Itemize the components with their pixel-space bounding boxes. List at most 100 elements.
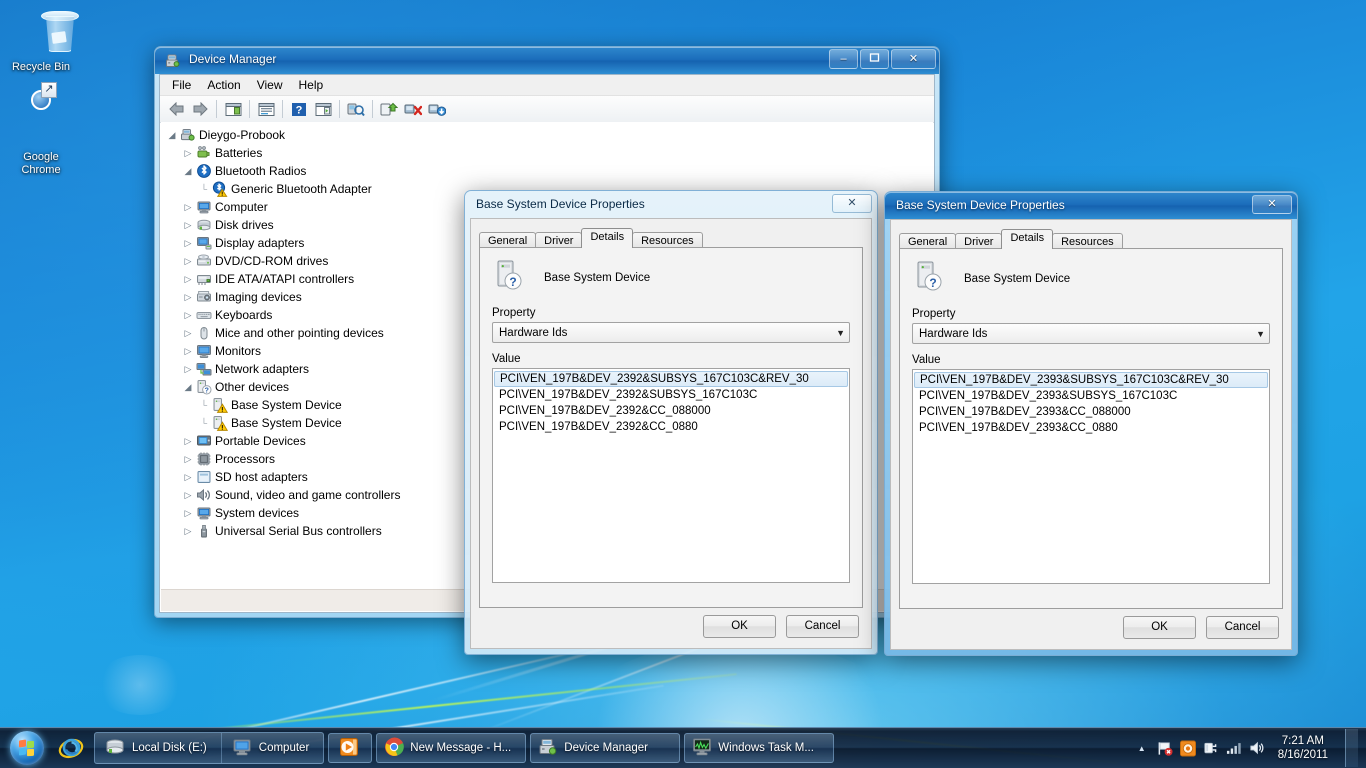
value-list[interactable]: PCI\VEN_197B&DEV_2392&SUBSYS_167C103C&RE…: [492, 368, 850, 583]
task-button-new-message[interactable]: New Message - H...: [376, 733, 526, 763]
chevron-right-icon[interactable]: ▷: [181, 220, 195, 231]
tab-details[interactable]: Details: [1001, 229, 1053, 249]
minimize-button[interactable]: –: [829, 49, 858, 69]
power-plug-icon[interactable]: [1203, 740, 1219, 756]
show-hidden-icons-icon[interactable]: ▲: [1134, 740, 1150, 756]
quick-launch[interactable]: [56, 731, 86, 765]
value-list-item[interactable]: PCI\VEN_197B&DEV_2393&CC_0880: [913, 420, 1269, 436]
forward-arrow-icon[interactable]: [189, 98, 211, 120]
desktop-icon-google-chrome[interactable]: ↗ Google Chrome: [3, 100, 79, 177]
system-tray[interactable]: ▲: [1134, 729, 1366, 767]
chevron-right-icon[interactable]: ▷: [181, 436, 195, 447]
tree-item-label: Imaging devices: [213, 290, 302, 304]
value-list-item[interactable]: PCI\VEN_197B&DEV_2392&CC_0880: [493, 419, 849, 435]
menu-bar[interactable]: File Action View Help: [160, 75, 934, 96]
base-system-device-properties-dialog-1[interactable]: Base System Device Properties ✕ General …: [464, 190, 878, 655]
help-icon[interactable]: ?: [288, 98, 310, 120]
menu-view[interactable]: View: [249, 76, 291, 94]
tree-item-label: Portable Devices: [213, 434, 306, 448]
chevron-right-icon[interactable]: ▷: [181, 364, 195, 375]
tab-details[interactable]: Details: [581, 228, 633, 248]
properties-icon[interactable]: [255, 98, 277, 120]
tab-strip[interactable]: General Driver Details Resources: [479, 227, 863, 248]
device-manager-titlebar[interactable]: Device Manager – ✕: [155, 47, 939, 74]
chevron-right-icon[interactable]: ▷: [181, 526, 195, 537]
value-list-item[interactable]: PCI\VEN_197B&DEV_2392&SUBSYS_167C103C: [493, 387, 849, 403]
task-button-windows-task-manager[interactable]: Windows Task M...: [684, 733, 834, 763]
chevron-right-icon[interactable]: ▷: [181, 508, 195, 519]
base-system-device-properties-dialog-2[interactable]: Base System Device Properties ✕ General …: [884, 191, 1298, 656]
network-signal-icon[interactable]: [1226, 740, 1242, 756]
toolbar-separator: [249, 100, 250, 118]
task-button-windows-media-player[interactable]: [328, 733, 372, 763]
value-list-item[interactable]: PCI\VEN_197B&DEV_2392&SUBSYS_167C103C&RE…: [494, 371, 848, 387]
chevron-down-icon[interactable]: ◢: [165, 130, 179, 141]
value-list-item[interactable]: PCI\VEN_197B&DEV_2393&SUBSYS_167C103C&RE…: [914, 372, 1268, 388]
uninstall-device-icon[interactable]: [402, 98, 424, 120]
ok-button[interactable]: OK: [703, 615, 776, 638]
enable-device-icon[interactable]: [426, 98, 448, 120]
cancel-button[interactable]: Cancel: [1206, 616, 1279, 639]
tree-item-dieygo-probook[interactable]: ◢Dieygo-Probook: [165, 126, 933, 144]
maximize-button[interactable]: [860, 49, 889, 69]
tree-item-bluetooth-radios[interactable]: ◢Bluetooth Radios: [165, 162, 933, 180]
close-icon[interactable]: ✕: [1252, 195, 1292, 214]
ok-button[interactable]: OK: [1123, 616, 1196, 639]
chevron-right-icon[interactable]: ▷: [181, 310, 195, 321]
task-button-computer[interactable]: Computer: [221, 733, 324, 763]
chevron-right-icon[interactable]: ▷: [181, 148, 195, 159]
action-center-flag-icon[interactable]: [1157, 740, 1173, 756]
property-dropdown[interactable]: Hardware Ids ▼: [912, 323, 1270, 344]
tree-item-label: System devices: [213, 506, 299, 520]
toolbar[interactable]: ?: [160, 96, 934, 123]
task-button-local-disk-e[interactable]: Local Disk (E:): [95, 733, 221, 763]
tab-strip[interactable]: General Driver Details Resources: [899, 228, 1283, 249]
orange-app-icon[interactable]: [1180, 740, 1196, 756]
chevron-right-icon[interactable]: ▷: [181, 292, 195, 303]
chevron-right-icon[interactable]: ▷: [181, 238, 195, 249]
desktop-icon-label: Recycle Bin: [12, 61, 70, 73]
start-button[interactable]: [2, 729, 52, 767]
chevron-right-icon[interactable]: ▷: [181, 328, 195, 339]
clock[interactable]: 7:21 AM 8/16/2011: [1272, 734, 1336, 762]
menu-file[interactable]: File: [164, 76, 199, 94]
show-desktop-button[interactable]: [1345, 729, 1358, 767]
show-hide-action-pane-icon[interactable]: [312, 98, 334, 120]
value-list-item[interactable]: PCI\VEN_197B&DEV_2392&CC_088000: [493, 403, 849, 419]
close-button[interactable]: ✕: [891, 49, 936, 69]
chevron-right-icon[interactable]: ▷: [181, 202, 195, 213]
desktop-icon-recycle-bin[interactable]: Recycle Bin: [3, 10, 79, 74]
tree-item-batteries[interactable]: ▷Batteries: [165, 144, 933, 162]
cancel-button[interactable]: Cancel: [786, 615, 859, 638]
dialog-title: Base System Device Properties: [476, 197, 645, 211]
menu-help[interactable]: Help: [291, 76, 332, 94]
chevron-right-icon[interactable]: ▷: [181, 472, 195, 483]
scan-for-hardware-changes-icon[interactable]: [345, 98, 367, 120]
task-button-device-manager[interactable]: Device Manager: [530, 733, 680, 763]
dialog-buttons[interactable]: OK Cancel: [1123, 616, 1279, 639]
show-hide-console-tree-icon[interactable]: [222, 98, 244, 120]
menu-action[interactable]: Action: [199, 76, 248, 94]
desktop[interactable]: Recycle Bin ↗ Google Chrome Device Manag…: [0, 0, 1366, 768]
taskbar[interactable]: Local Disk (E:) Computer: [0, 727, 1366, 768]
value-list-item[interactable]: PCI\VEN_197B&DEV_2393&SUBSYS_167C103C: [913, 388, 1269, 404]
chevron-right-icon[interactable]: ▷: [181, 454, 195, 465]
property-dropdown[interactable]: Hardware Ids ▼: [492, 322, 850, 343]
window-buttons[interactable]: – ✕: [829, 49, 936, 69]
internet-explorer-icon[interactable]: [56, 731, 86, 765]
chevron-down-icon[interactable]: ◢: [181, 382, 195, 393]
task-buttons[interactable]: Local Disk (E:) Computer: [94, 732, 834, 764]
task-group-explorer[interactable]: Local Disk (E:) Computer: [94, 732, 324, 764]
chevron-right-icon[interactable]: ▷: [181, 274, 195, 285]
dialog-buttons[interactable]: OK Cancel: [703, 615, 859, 638]
chevron-right-icon[interactable]: ▷: [181, 346, 195, 357]
chevron-down-icon[interactable]: ◢: [181, 166, 195, 177]
update-driver-icon[interactable]: [378, 98, 400, 120]
close-icon[interactable]: ✕: [832, 194, 872, 213]
chevron-right-icon[interactable]: ▷: [181, 256, 195, 267]
value-list-item[interactable]: PCI\VEN_197B&DEV_2393&CC_088000: [913, 404, 1269, 420]
volume-speaker-icon[interactable]: [1249, 740, 1265, 756]
chevron-right-icon[interactable]: ▷: [181, 490, 195, 501]
back-arrow-icon[interactable]: [165, 98, 187, 120]
value-list[interactable]: PCI\VEN_197B&DEV_2393&SUBSYS_167C103C&RE…: [912, 369, 1270, 584]
